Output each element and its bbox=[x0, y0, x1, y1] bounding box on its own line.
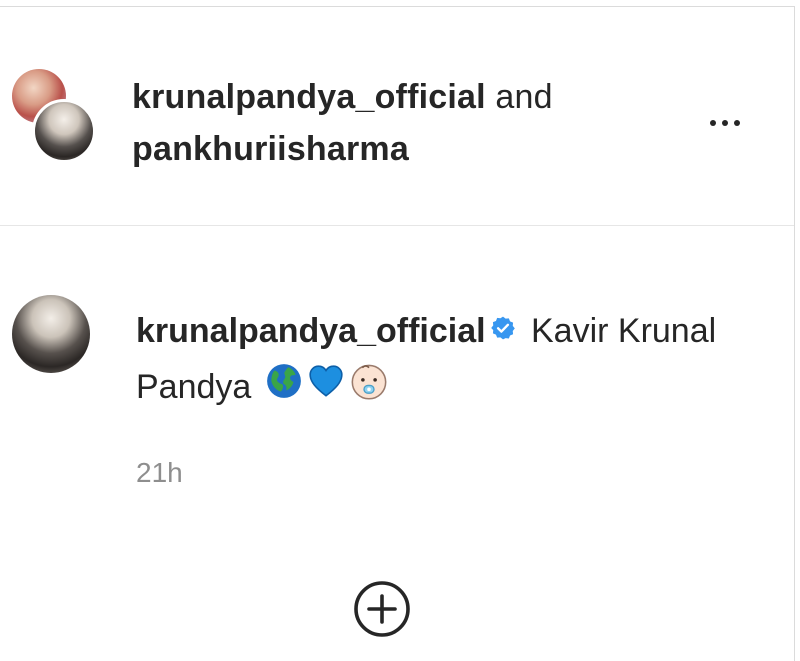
post-timestamp[interactable]: 21h bbox=[136, 457, 183, 489]
header-username-1[interactable]: krunalpandya_official bbox=[132, 78, 486, 116]
caption-username[interactable]: krunalpandya_official bbox=[136, 312, 486, 350]
comment-avatar[interactable] bbox=[12, 295, 90, 373]
caption: krunalpandya_official Kavir Krunal Pandy… bbox=[136, 303, 776, 418]
more-horizontal-icon-dot bbox=[734, 120, 740, 126]
blue-heart-icon bbox=[307, 361, 345, 417]
globe-icon bbox=[265, 361, 303, 417]
post-details-panel: krunalpandya_official and pankhuriisharm… bbox=[0, 6, 795, 661]
more-horizontal-icon-dot bbox=[710, 120, 716, 126]
more-options-button[interactable] bbox=[700, 103, 750, 143]
collab-title: krunalpandya_official and pankhuriisharm… bbox=[132, 71, 553, 175]
add-circle-icon bbox=[354, 581, 410, 637]
baby-face-icon bbox=[349, 361, 389, 418]
verified-badge-icon bbox=[490, 302, 516, 358]
post-header: krunalpandya_official and pankhuriisharm… bbox=[0, 7, 794, 226]
collab-avatars[interactable] bbox=[12, 69, 96, 169]
avatar-krunalpandya[interactable] bbox=[32, 99, 96, 163]
add-comment-button[interactable] bbox=[352, 579, 412, 639]
header-username-2[interactable]: pankhuriisharma bbox=[132, 130, 409, 168]
header-conjunction: and bbox=[485, 78, 553, 116]
more-horizontal-icon-dot bbox=[722, 120, 728, 126]
